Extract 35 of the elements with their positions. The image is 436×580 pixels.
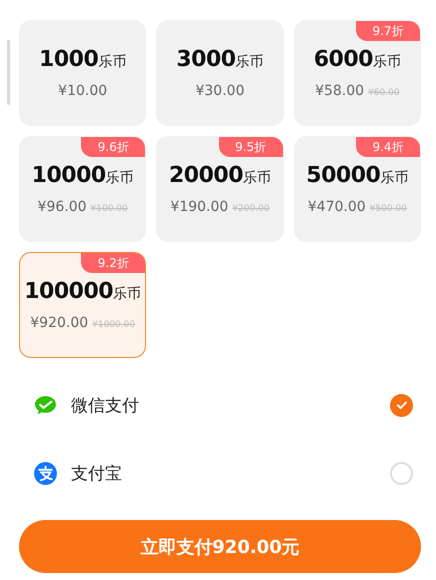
scrollbar [7,40,10,105]
coin-amount: 50000 [306,163,380,188]
discount-badge: 9.6折 [81,137,146,157]
price: ¥30.00 [195,83,244,99]
coin-unit: 乐币 [243,169,272,187]
payment-radio[interactable] [390,394,413,416]
coin-amount: 20000 [168,163,244,188]
coin-unit: 乐币 [106,169,134,187]
payment-logo-icon [33,460,58,486]
coin-amount: 3000 [176,47,236,72]
coin-amount: 6000 [314,47,373,72]
coin-unit: 乐币 [372,53,401,71]
price: ¥470.00 [308,199,366,215]
discount-badge: 9.7折 [356,21,420,41]
original-price: ¥1000.00 [92,320,136,330]
coin-package-card[interactable]: 3000乐币 ¥30.00 [156,20,284,126]
price: ¥96.00 [38,199,87,215]
discount-badge: 9.2折 [81,253,146,273]
coin-unit: 乐币 [113,285,142,303]
discount-badge: 9.4折 [356,137,420,157]
coin-package-card[interactable]: 1000乐币 ¥10.00 [19,20,146,126]
coin-unit: 乐币 [380,169,408,187]
payment-method-label: 支付宝 [71,462,123,484]
discount-badge: 9.5折 [218,137,283,157]
coin-amount: 1000 [39,47,98,72]
price: ¥10.00 [58,83,108,99]
coin-amount: 100000 [24,279,114,304]
price: ¥190.00 [170,199,228,215]
coin-package-card[interactable]: 9.2折 100000乐币 ¥920.00 ¥1000.00 [19,252,146,358]
coin-amount: 10000 [32,163,106,188]
payment-method-label: 微信支付 [71,394,140,416]
coin-unit: 乐币 [98,53,126,71]
price: ¥58.00 [315,83,364,99]
coin-unit: 乐币 [236,53,264,71]
price: ¥920.00 [30,315,88,331]
